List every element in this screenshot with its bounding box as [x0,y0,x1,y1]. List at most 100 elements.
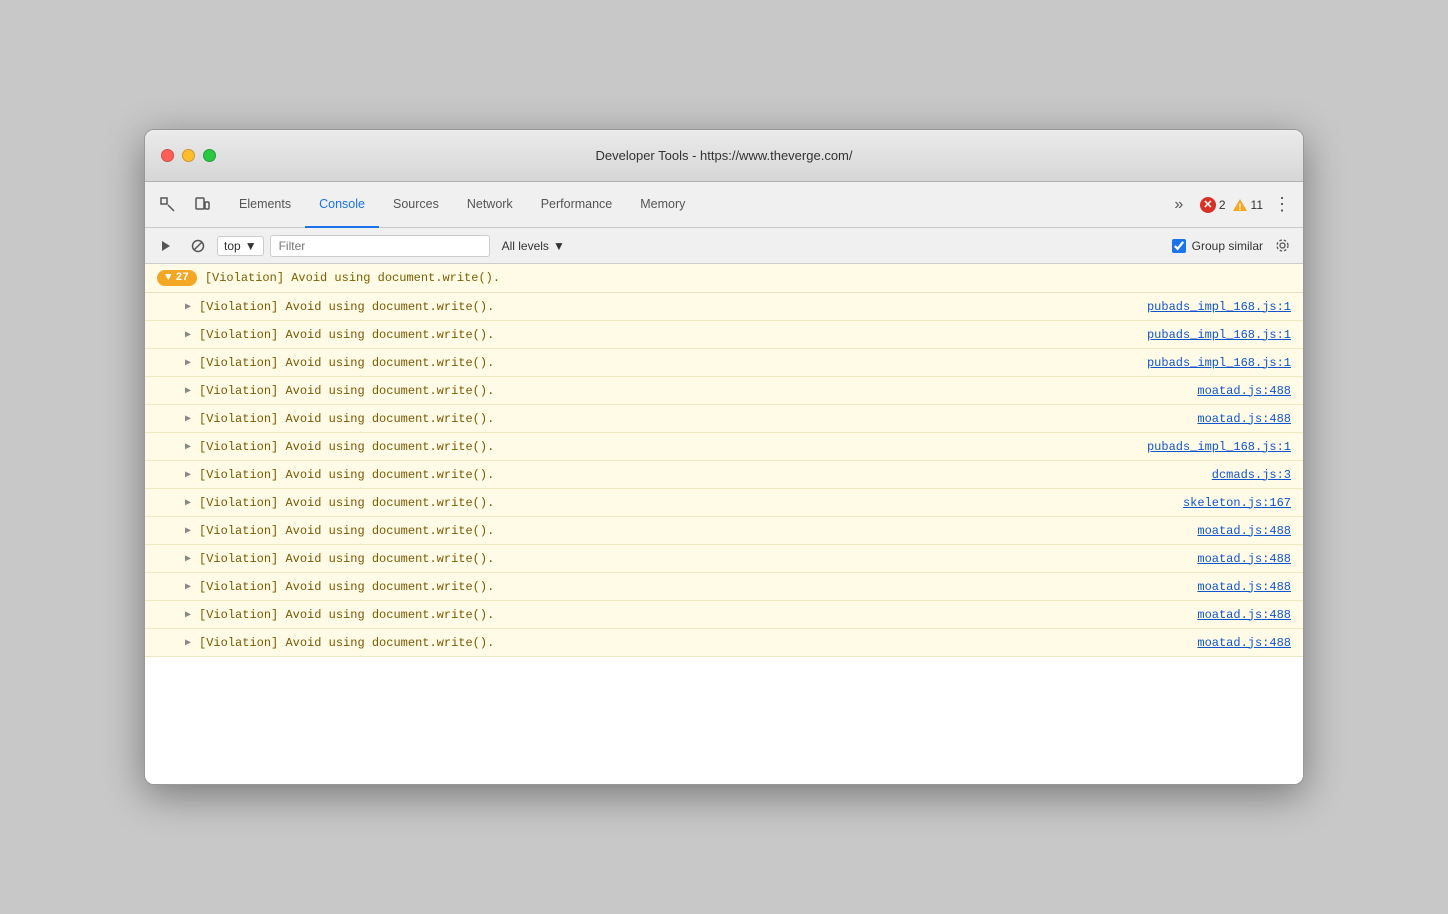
device-icon [194,197,210,213]
violation-group-header[interactable]: ▼ 27 [Violation] Avoid using document.wr… [145,264,1303,293]
violation-source-link[interactable]: pubads_impl_168.js:1 [1147,356,1291,370]
expand-arrow[interactable]: ▶ [185,329,191,341]
expand-arrow[interactable]: ▶ [185,497,191,509]
expand-arrow[interactable]: ▶ [185,553,191,565]
warning-count: 11 [1251,198,1263,212]
level-dropdown-arrow: ▼ [553,239,565,253]
level-value: All levels [502,239,549,253]
error-icon: ✕ [1200,197,1216,213]
console-toolbar: top ▼ All levels ▼ Group similar [145,228,1303,264]
tab-elements[interactable]: Elements [225,182,305,228]
traffic-lights [161,149,216,162]
tab-performance[interactable]: Performance [527,182,627,228]
maximize-button[interactable] [203,149,216,162]
level-selector[interactable]: All levels ▼ [496,237,571,255]
tab-navigation: Elements Console Sources Network Perform… [225,182,699,228]
group-similar-control: Group similar [1172,239,1263,253]
expand-arrow[interactable]: ▶ [185,469,191,481]
expand-arrow[interactable]: ▶ [185,301,191,313]
badge-arrow: ▼ [165,272,172,284]
violation-text: [Violation] Avoid using document.write()… [199,412,1197,426]
tab-network[interactable]: Network [453,182,527,228]
violation-text: [Violation] Avoid using document.write()… [199,440,1147,454]
clear-console-button[interactable] [153,233,179,259]
expand-arrow[interactable]: ▶ [185,385,191,397]
error-badge: ✕ 2 [1200,197,1226,213]
gear-icon [1275,238,1290,253]
violation-source-link[interactable]: skeleton.js:167 [1183,496,1291,510]
violation-header-text: [Violation] Avoid using document.write()… [205,271,500,285]
violation-source-link[interactable]: moatad.js:488 [1197,552,1291,566]
warning-badge: ! 11 [1232,197,1263,213]
error-count: 2 [1219,198,1226,212]
titlebar: Developer Tools - https://www.theverge.c… [145,130,1303,182]
expand-arrow[interactable]: ▶ [185,637,191,649]
tab-memory[interactable]: Memory [626,182,699,228]
violation-source-link[interactable]: pubads_impl_168.js:1 [1147,440,1291,454]
group-similar-label: Group similar [1192,239,1263,253]
tab-console[interactable]: Console [305,182,379,228]
block-button[interactable] [185,233,211,259]
violation-row[interactable]: ▶ [Violation] Avoid using document.write… [145,545,1303,573]
warning-icon: ! [1232,197,1248,213]
violation-text: [Violation] Avoid using document.write()… [199,608,1197,622]
expand-arrow[interactable]: ▶ [185,525,191,537]
violation-row[interactable]: ▶ [Violation] Avoid using document.write… [145,601,1303,629]
violation-row[interactable]: ▶ [Violation] Avoid using document.write… [145,489,1303,517]
violation-row[interactable]: ▶ [Violation] Avoid using document.write… [145,433,1303,461]
expand-arrow[interactable]: ▶ [185,581,191,593]
console-settings-button[interactable] [1269,233,1295,259]
inspect-icon [160,197,176,213]
violation-source-link[interactable]: moatad.js:488 [1197,412,1291,426]
violation-row[interactable]: ▶ [Violation] Avoid using document.write… [145,321,1303,349]
violation-text: [Violation] Avoid using document.write()… [199,496,1183,510]
expand-arrow[interactable]: ▶ [185,441,191,453]
inspect-element-button[interactable] [153,190,183,220]
context-selector[interactable]: top ▼ [217,236,264,256]
expand-arrow[interactable]: ▶ [185,357,191,369]
devtools-menu-button[interactable]: ⋮ [1269,194,1295,215]
block-icon [191,239,205,253]
group-similar-checkbox[interactable] [1172,239,1186,253]
violation-row[interactable]: ▶ [Violation] Avoid using document.write… [145,629,1303,657]
console-output[interactable]: ▼ 27 [Violation] Avoid using document.wr… [145,264,1303,784]
violation-source-link[interactable]: pubads_impl_168.js:1 [1147,328,1291,342]
toolbar-right: » ✕ 2 ! 11 ⋮ [1164,190,1295,220]
device-toolbar-button[interactable] [187,190,217,220]
violation-text: [Violation] Avoid using document.write()… [199,384,1197,398]
violation-source-link[interactable]: moatad.js:488 [1197,524,1291,538]
svg-text:!: ! [1238,202,1241,212]
violation-text: [Violation] Avoid using document.write()… [199,468,1212,482]
violation-row[interactable]: ▶ [Violation] Avoid using document.write… [145,377,1303,405]
violation-text: [Violation] Avoid using document.write()… [199,580,1197,594]
expand-arrow[interactable]: ▶ [185,609,191,621]
more-tabs-button[interactable]: » [1164,190,1194,220]
close-button[interactable] [161,149,174,162]
violation-text: [Violation] Avoid using document.write()… [199,300,1147,314]
violation-text: [Violation] Avoid using document.write()… [199,356,1147,370]
violation-source-link[interactable]: moatad.js:488 [1197,608,1291,622]
violation-text: [Violation] Avoid using document.write()… [199,552,1197,566]
violation-source-link[interactable]: dcmads.js:3 [1212,468,1291,482]
context-value: top [224,239,241,253]
violation-count-badge: ▼ 27 [157,270,197,286]
violation-source-link[interactable]: pubads_impl_168.js:1 [1147,300,1291,314]
violation-source-link[interactable]: moatad.js:488 [1197,636,1291,650]
violation-row[interactable]: ▶ [Violation] Avoid using document.write… [145,517,1303,545]
violation-count: 27 [176,272,189,284]
violation-source-link[interactable]: moatad.js:488 [1197,384,1291,398]
violation-row[interactable]: ▶ [Violation] Avoid using document.write… [145,461,1303,489]
expand-arrow[interactable]: ▶ [185,413,191,425]
violation-row[interactable]: ▶ [Violation] Avoid using document.write… [145,293,1303,321]
minimize-button[interactable] [182,149,195,162]
violation-row[interactable]: ▶ [Violation] Avoid using document.write… [145,405,1303,433]
violation-row[interactable]: ▶ [Violation] Avoid using document.write… [145,349,1303,377]
violation-text: [Violation] Avoid using document.write()… [199,636,1197,650]
context-dropdown-arrow: ▼ [245,239,257,253]
violation-text: [Violation] Avoid using document.write()… [199,524,1197,538]
tab-sources[interactable]: Sources [379,182,453,228]
violation-rows-container: ▶ [Violation] Avoid using document.write… [145,293,1303,657]
filter-input[interactable] [270,235,490,257]
violation-source-link[interactable]: moatad.js:488 [1197,580,1291,594]
violation-row[interactable]: ▶ [Violation] Avoid using document.write… [145,573,1303,601]
